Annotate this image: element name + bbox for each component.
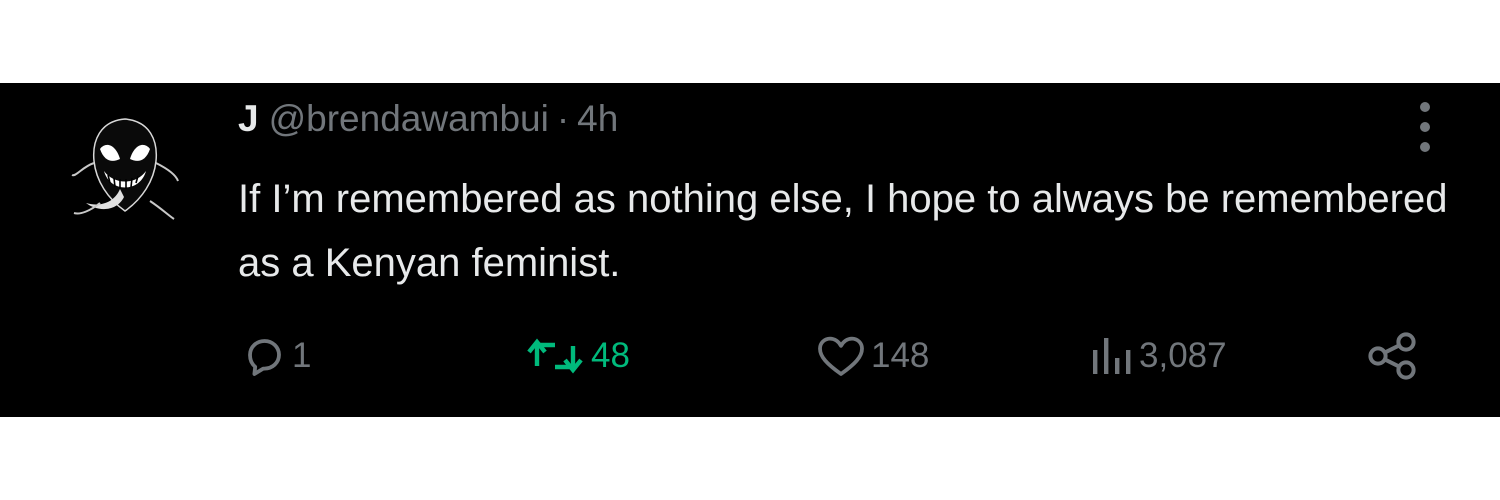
views-button[interactable]: 3,087: [1087, 331, 1227, 381]
speech-bubble-icon: [248, 339, 281, 376]
tweet-header: J @brendawambui · 4h: [238, 97, 618, 141]
reply-button[interactable]: 1: [240, 331, 311, 381]
views-count: 3,087: [1139, 336, 1227, 375]
more-options-button[interactable]: [1405, 97, 1445, 157]
tweet-card[interactable]: J @brendawambui · 4h If I’m remembered as n…: [0, 83, 1500, 417]
avatar[interactable]: [70, 111, 180, 226]
heart-icon: [818, 336, 864, 376]
retweet-button[interactable]: 48: [523, 331, 630, 381]
like-count: 148: [871, 336, 930, 375]
reply-count: 1: [292, 336, 312, 375]
timestamp[interactable]: 4h: [577, 98, 618, 139]
share-nodes-icon: [1368, 332, 1416, 380]
share-button[interactable]: [1366, 331, 1422, 381]
like-button[interactable]: 148: [815, 331, 929, 381]
venom-face-icon: [71, 118, 179, 220]
tweet-actions: 1 48 148 3,087: [0, 331, 1500, 381]
separator: ·: [556, 98, 570, 139]
tweet-text: If I’m remembered as nothing else, I hop…: [238, 177, 1448, 285]
retweet-count: 48: [591, 336, 630, 375]
bar-chart-icon: [1093, 338, 1131, 374]
user-handle[interactable]: @brendawambui: [269, 98, 549, 139]
display-name[interactable]: J: [238, 98, 259, 139]
vertical-ellipsis-icon: [1420, 102, 1430, 152]
retweet-arrows-icon: [527, 338, 583, 374]
